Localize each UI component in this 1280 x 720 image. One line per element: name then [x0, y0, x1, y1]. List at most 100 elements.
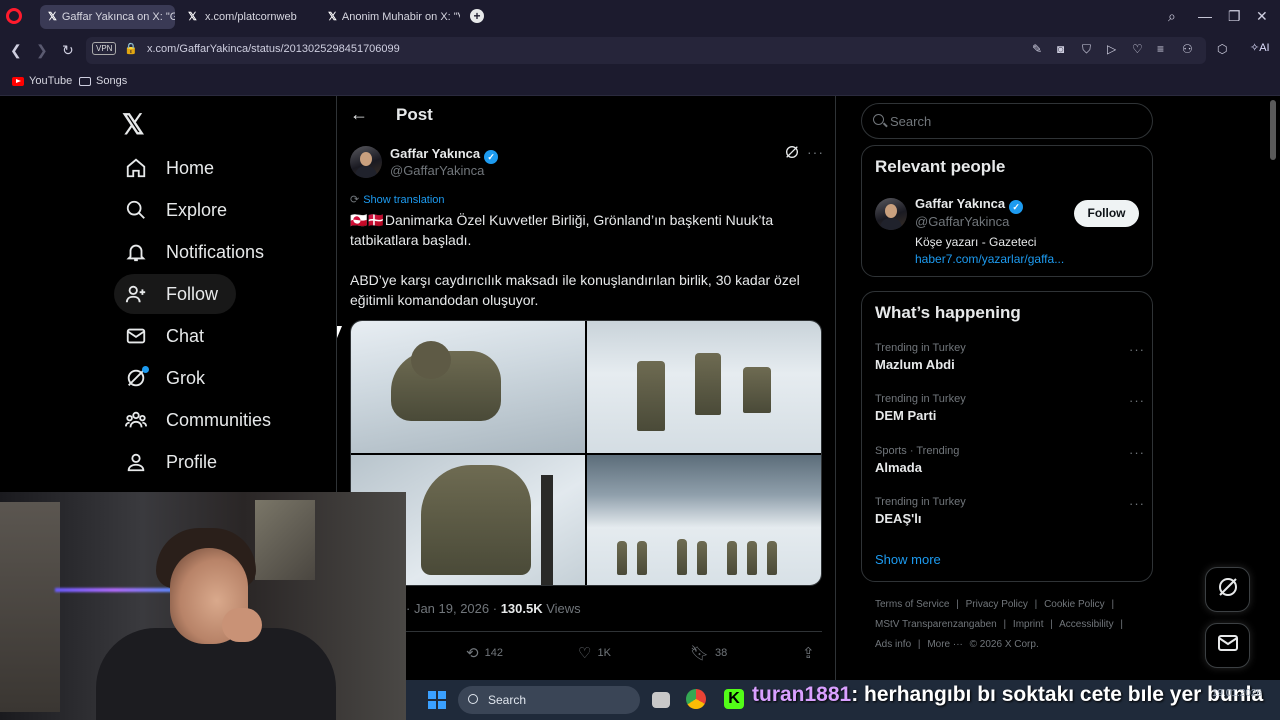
- x-logo-icon[interactable]: 𝕏: [122, 108, 145, 141]
- sidebar-item-follow[interactable]: Follow: [114, 274, 236, 314]
- media-image-2[interactable]: [587, 321, 821, 453]
- footer-link[interactable]: Privacy Policy: [966, 599, 1028, 610]
- sidebar-item-explore[interactable]: Explore: [114, 190, 237, 230]
- restore-icon[interactable]: ❐: [1228, 8, 1241, 25]
- tweet-media-grid: [350, 320, 822, 586]
- retweet-button[interactable]: ⟲ 142: [466, 644, 503, 662]
- follow-button[interactable]: Follow: [1074, 200, 1139, 227]
- author-handle[interactable]: @GaffarYakinca: [390, 163, 484, 178]
- sidebar-item-grok[interactable]: Grok: [114, 358, 215, 398]
- footer-links-row-1: Terms of Service | Privacy Policy | Cook…: [875, 599, 1145, 610]
- forward-icon[interactable]: ❯: [36, 42, 48, 59]
- media-image-1[interactable]: [351, 321, 585, 453]
- more-options-icon[interactable]: ···: [807, 144, 824, 160]
- footer-link[interactable]: Imprint: [1013, 619, 1044, 630]
- vpn-badge[interactable]: VPN: [92, 42, 117, 55]
- camera-icon[interactable]: ◙: [1057, 42, 1064, 56]
- relevant-handle[interactable]: @GaffarYakinca: [915, 214, 1009, 229]
- media-image-4[interactable]: [587, 455, 821, 585]
- play-icon[interactable]: ▷: [1107, 42, 1116, 56]
- sidebar-item-chat[interactable]: Chat: [114, 316, 214, 356]
- reload-icon[interactable]: ↻: [62, 42, 74, 59]
- trend-item[interactable]: Trending in Turkey DEAŞ'lı ···: [875, 496, 1145, 526]
- grok-fab-button[interactable]: [1205, 567, 1250, 612]
- menu-icon[interactable]: ≡: [1157, 42, 1164, 56]
- footer-link[interactable]: More ···: [927, 639, 963, 650]
- more-options-icon[interactable]: ···: [1129, 393, 1145, 408]
- trend-item[interactable]: Trending in Turkey Mazlum Abdi ···: [875, 342, 1145, 372]
- tab-label: Anonim Muhabir on X: "Vi: [341, 11, 460, 23]
- lock-icon[interactable]: 🔒: [124, 42, 138, 55]
- search-input[interactable]: Search: [861, 103, 1153, 139]
- sparkle-icon: ✧: [1250, 42, 1260, 54]
- more-options-icon[interactable]: ···: [1129, 445, 1145, 460]
- footer-link[interactable]: Cookie Policy: [1044, 599, 1105, 610]
- extensions-icon[interactable]: ⬡: [1217, 42, 1227, 56]
- author-name-text: Gaffar Yakınca: [390, 146, 481, 161]
- back-icon[interactable]: ❮: [10, 42, 22, 59]
- more-options-icon[interactable]: ···: [1129, 496, 1145, 511]
- opera-logo-icon[interactable]: [6, 8, 22, 24]
- url-text[interactable]: x.com/GaffarYakinca/status/2013025298451…: [147, 43, 400, 55]
- bookmark-button[interactable]: 🔖︎ 38: [690, 644, 727, 662]
- panel-title: Relevant people: [875, 157, 1006, 176]
- sidebar-item-communities[interactable]: Communities: [114, 400, 281, 440]
- footer-link[interactable]: Terms of Service: [875, 599, 949, 610]
- footer-link[interactable]: MStV Transparenzangaben: [875, 619, 997, 630]
- task-view-icon[interactable]: [652, 692, 670, 708]
- trend-item[interactable]: Trending in Turkey DEM Parti ···: [875, 393, 1145, 423]
- notification-dot: [142, 366, 149, 373]
- post-header: ← Post: [350, 104, 433, 125]
- trend-item[interactable]: Sports · Trending Almada ···: [875, 445, 1145, 475]
- sidebar-item-profile[interactable]: Profile: [114, 442, 227, 482]
- minimize-icon[interactable]: —: [1198, 8, 1212, 24]
- more-options-icon[interactable]: ···: [1129, 342, 1145, 357]
- trend-context: Trending in Turkey: [875, 342, 966, 354]
- heart-icon: ♡: [578, 645, 592, 662]
- sidebar-item-label: Chat: [166, 325, 205, 346]
- messages-fab-button[interactable]: [1205, 623, 1250, 668]
- tab-search-icon[interactable]: ⌕: [1168, 8, 1176, 25]
- like-button[interactable]: ♡ 1K: [578, 644, 611, 662]
- kick-icon[interactable]: K: [724, 689, 744, 709]
- x-favicon-icon: 𝕏: [328, 11, 337, 23]
- relevant-link[interactable]: haber7.com/yazarlar/gaffa...: [915, 252, 1064, 266]
- footer-link[interactable]: Accessibility: [1059, 619, 1113, 630]
- sidebar-item-home[interactable]: Home: [114, 148, 224, 188]
- mail-icon: [1216, 631, 1240, 660]
- grok-explain-icon[interactable]: [784, 144, 800, 165]
- heart-icon[interactable]: ♡: [1132, 42, 1143, 56]
- sidebar-item-notifications[interactable]: Notifications: [114, 232, 274, 272]
- ai-button[interactable]: ✧AI: [1250, 41, 1270, 54]
- share-button[interactable]: ⇪: [802, 644, 821, 662]
- browser-tab-2[interactable]: 𝕏 x.com/platcornweb: [180, 5, 315, 29]
- footer-link[interactable]: Ads info: [875, 639, 911, 650]
- shield-icon[interactable]: ⛉: [1082, 42, 1091, 57]
- post-meta: · Jan 19, 2026 · 130.5K Views: [406, 601, 581, 616]
- sidebar-item-label: Grok: [166, 367, 206, 388]
- relevant-name[interactable]: Gaffar Yakınca ✓: [915, 196, 1024, 214]
- close-window-icon[interactable]: ✕: [1256, 8, 1268, 25]
- show-translation-link[interactable]: ⟳ Show translation: [350, 193, 445, 206]
- account-icon[interactable]: ⚇: [1182, 42, 1193, 56]
- author-name[interactable]: Gaffar Yakınca ✓: [390, 146, 499, 164]
- bookmark-songs[interactable]: Songs: [79, 75, 127, 87]
- edit-icon[interactable]: ✎: [1032, 42, 1042, 56]
- new-tab-button[interactable]: +: [470, 9, 484, 23]
- page-scrollbar[interactable]: [1270, 100, 1276, 160]
- relevant-avatar[interactable]: [875, 198, 907, 230]
- show-more-link[interactable]: Show more: [875, 552, 941, 567]
- trend-title: Almada: [875, 460, 922, 475]
- bookmark-youtube[interactable]: YouTube: [12, 75, 72, 87]
- bookmarks-bar: YouTube Songs: [0, 66, 1280, 96]
- bookmark-label: YouTube: [29, 75, 73, 87]
- post-date[interactable]: · Jan 19, 2026 ·: [406, 601, 497, 616]
- author-avatar[interactable]: [350, 146, 382, 178]
- back-arrow-icon[interactable]: ←: [350, 104, 368, 125]
- chat-username: turan1881: [752, 683, 852, 706]
- taskbar-search[interactable]: Search: [458, 686, 640, 714]
- browser-tab-3[interactable]: 𝕏 Anonim Muhabir on X: "Vi: [320, 5, 460, 29]
- windows-start-icon[interactable]: [428, 691, 446, 709]
- browser-tab-1[interactable]: 𝕏 Gaffar Yakınca on X: "GLDK: [40, 5, 175, 29]
- chrome-icon[interactable]: [686, 689, 706, 709]
